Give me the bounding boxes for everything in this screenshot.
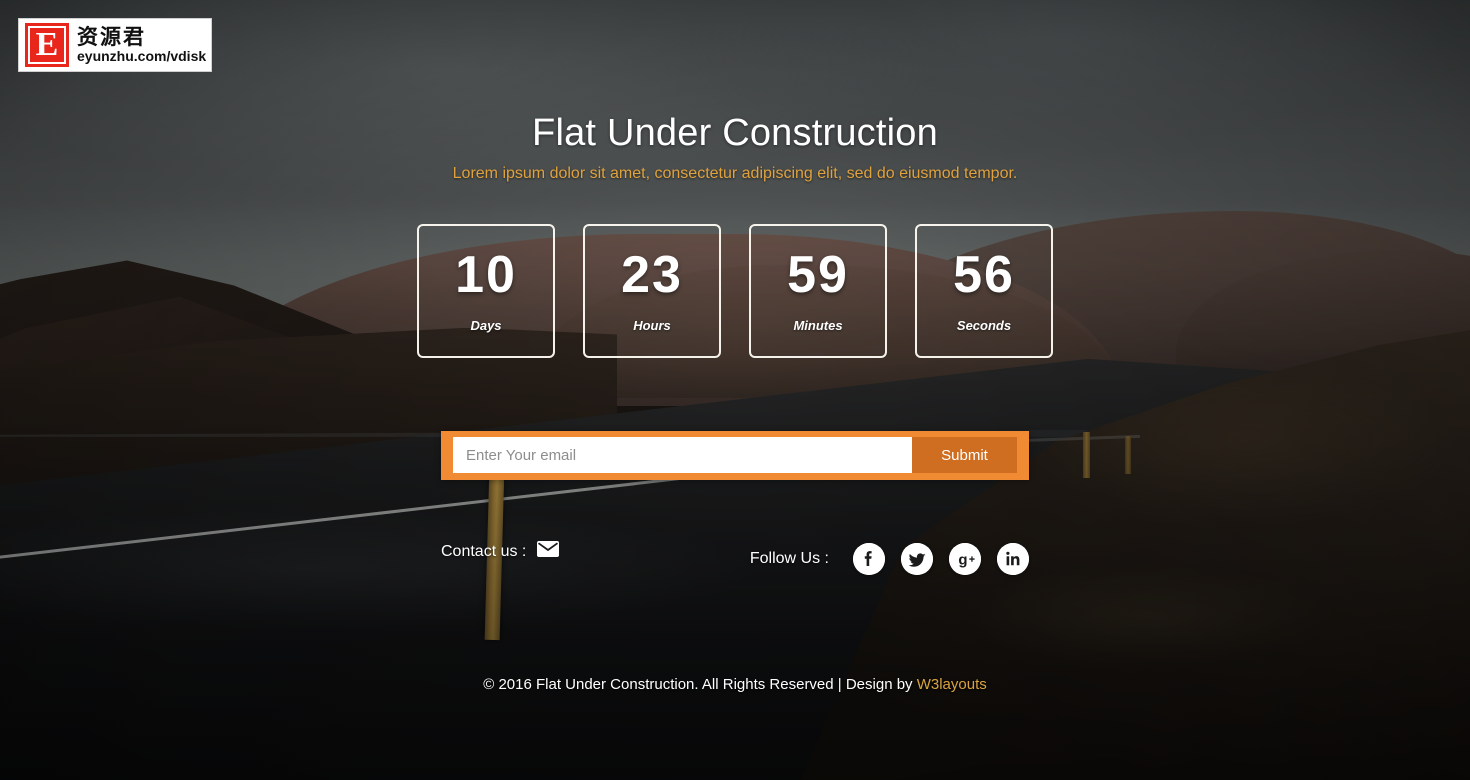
- countdown-unit-hours: 23 Hours: [583, 224, 721, 358]
- contact-row: Contact us :: [441, 541, 560, 562]
- logo-chinese-text: 资源君: [77, 25, 146, 50]
- footer-text: © 2016 Flat Under Construction. All Righ…: [483, 676, 917, 693]
- countdown-unit-days: 10 Days: [417, 224, 555, 358]
- email-input[interactable]: [453, 437, 912, 473]
- countdown-unit-minutes: 59 Minutes: [749, 224, 887, 358]
- twitter-icon[interactable]: [901, 543, 933, 575]
- logo-mark-icon: E: [25, 23, 69, 67]
- countdown-label-days: Days: [470, 318, 502, 333]
- envelope-icon[interactable]: [537, 541, 560, 562]
- countdown-value-seconds: 56: [953, 246, 1015, 304]
- countdown-label-hours: Hours: [633, 318, 671, 333]
- logo-text-block: 资源君 eyunzhu.com/vdisk: [77, 26, 206, 64]
- countdown-label-minutes: Minutes: [793, 318, 843, 333]
- countdown-value-days: 10: [455, 246, 517, 304]
- social-label: Follow Us :: [749, 550, 829, 567]
- facebook-icon[interactable]: [853, 543, 885, 575]
- watermark-logo: E 资源君 eyunzhu.com/vdisk: [18, 18, 212, 72]
- logo-mark-letter: E: [28, 26, 66, 64]
- googleplus-icon[interactable]: g: [949, 543, 981, 575]
- countdown-value-minutes: 59: [787, 246, 849, 304]
- page-title: Flat Under Construction: [532, 112, 938, 154]
- countdown-value-hours: 23: [621, 246, 683, 304]
- subscribe-form: Submit: [441, 431, 1029, 480]
- linkedin-icon[interactable]: [997, 543, 1029, 575]
- countdown-unit-seconds: 56 Seconds: [915, 224, 1053, 358]
- svg-text:g: g: [958, 552, 967, 569]
- logo-url-text: eyunzhu.com/vdisk: [77, 48, 207, 65]
- countdown-timer: 10 Days 23 Hours 59 Minutes 56 Seconds: [0, 224, 1470, 358]
- submit-button[interactable]: Submit: [912, 437, 1017, 473]
- contact-label: Contact us :: [441, 542, 527, 560]
- construction-landing-page: E 资源君 eyunzhu.com/vdisk Flat Under Const…: [0, 0, 1470, 780]
- countdown-label-seconds: Seconds: [956, 318, 1012, 333]
- page-subtitle: Lorem ipsum dolor sit amet, consectetur …: [452, 165, 1018, 182]
- social-row: Follow Us : g: [750, 543, 1029, 575]
- page-content: Flat Under Construction Lorem ipsum dolo…: [0, 0, 1470, 780]
- w3layouts-link[interactable]: W3layouts: [917, 676, 987, 693]
- footer: © 2016 Flat Under Construction. All Righ…: [0, 676, 1470, 693]
